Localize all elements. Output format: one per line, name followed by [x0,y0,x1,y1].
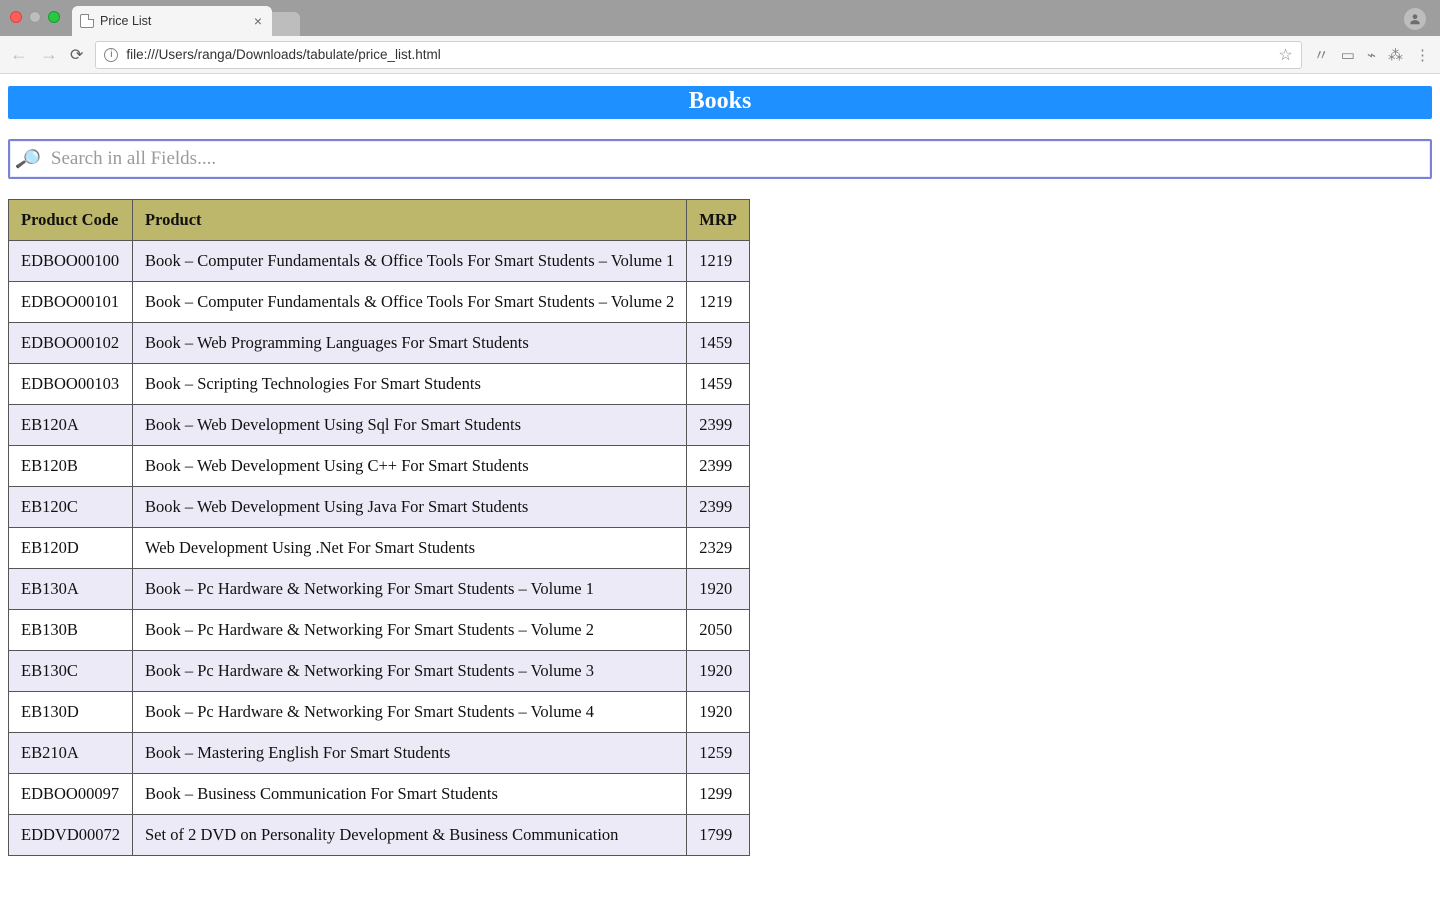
table-row[interactable]: EDBOO00100Book – Computer Fundamentals &… [9,241,750,282]
cell-product: Book – Web Development Using Java For Sm… [133,487,687,528]
minimize-window-button[interactable] [29,11,41,23]
extension-icon-3[interactable]: ⌁ [1367,46,1376,64]
bookmark-star-icon[interactable]: ☆ [1278,45,1292,65]
cell-product-code: EB120B [9,446,133,487]
cell-product-code: EB130D [9,692,133,733]
cell-product: Book – Computer Fundamentals & Office To… [133,241,687,282]
cell-product: Book – Computer Fundamentals & Office To… [133,282,687,323]
page-body: Books 🔍 Product Code Product MRP EDBOO00… [0,74,1440,856]
zoom-window-button[interactable] [48,11,60,23]
browser-tab[interactable]: Price List × [72,6,272,36]
table-row[interactable]: EB120CBook – Web Development Using Java … [9,487,750,528]
table-row[interactable]: EB120BBook – Web Development Using C++ F… [9,446,750,487]
person-icon [1408,12,1422,26]
cell-mrp: 1219 [687,241,750,282]
table-header-row: Product Code Product MRP [9,200,750,241]
file-icon [80,14,94,28]
address-bar: ← → ⟳ i file:///Users/ranga/Downloads/ta… [0,36,1440,74]
table-row[interactable]: EB130DBook – Pc Hardware & Networking Fo… [9,692,750,733]
cell-product: Book – Web Development Using Sql For Sma… [133,405,687,446]
cell-product-code: EDDVD00072 [9,815,133,856]
table-row[interactable]: EB130CBook – Pc Hardware & Networking Fo… [9,651,750,692]
cell-mrp: 1299 [687,774,750,815]
cell-product: Book – Web Development Using C++ For Sma… [133,446,687,487]
cell-product: Book – Business Communication For Smart … [133,774,687,815]
table-row[interactable]: EB120DWeb Development Using .Net For Sma… [9,528,750,569]
search-input[interactable] [49,141,1424,177]
table-row[interactable]: EDBOO00097Book – Business Communication … [9,774,750,815]
close-tab-button[interactable]: × [254,14,262,28]
table-row[interactable]: EDBOO00103Book – Scripting Technologies … [9,364,750,405]
extension-icon-2[interactable]: ▭ [1341,46,1355,64]
cell-product-code: EDBOO00097 [9,774,133,815]
table-row[interactable]: EDBOO00102Book – Web Programming Languag… [9,323,750,364]
cell-product-code: EB130B [9,610,133,651]
cell-product: Set of 2 DVD on Personality Development … [133,815,687,856]
cell-product-code: EDBOO00102 [9,323,133,364]
cell-product-code: EB130A [9,569,133,610]
price-table: Product Code Product MRP EDBOO00100Book … [8,199,750,856]
window-controls [10,11,60,23]
col-product-code[interactable]: Product Code [9,200,133,241]
cell-mrp: 2050 [687,610,750,651]
cell-mrp: 1920 [687,651,750,692]
cell-product-code: EDBOO00100 [9,241,133,282]
col-mrp[interactable]: MRP [687,200,750,241]
cell-mrp: 1459 [687,364,750,405]
profile-button[interactable] [1404,8,1426,30]
table-row[interactable]: EB130BBook – Pc Hardware & Networking Fo… [9,610,750,651]
url-text: file:///Users/ranga/Downloads/tabulate/p… [126,47,1270,62]
menu-button[interactable]: ⋮ [1415,46,1430,64]
cell-product: Book – Web Programming Languages For Sma… [133,323,687,364]
cell-product: Book – Pc Hardware & Networking For Smar… [133,692,687,733]
cell-mrp: 1459 [687,323,750,364]
cell-mrp: 2399 [687,405,750,446]
cell-product: Book – Pc Hardware & Networking For Smar… [133,610,687,651]
forward-button[interactable]: → [40,44,58,65]
back-button[interactable]: ← [10,44,28,65]
cell-mrp: 1920 [687,569,750,610]
cell-product: Book – Pc Hardware & Networking For Smar… [133,651,687,692]
site-info-icon[interactable]: i [104,48,118,62]
cell-mrp: 2399 [687,446,750,487]
table-row[interactable]: EB120ABook – Web Development Using Sql F… [9,405,750,446]
cell-mrp: 1799 [687,815,750,856]
cell-mrp: 1259 [687,733,750,774]
omnibox[interactable]: i file:///Users/ranga/Downloads/tabulate… [95,41,1301,69]
search-icon: 🔍 [14,145,43,174]
cell-product: Book – Mastering English For Smart Stude… [133,733,687,774]
cell-product: Web Development Using .Net For Smart Stu… [133,528,687,569]
cell-product-code: EB120A [9,405,133,446]
cell-product: Book – Pc Hardware & Networking For Smar… [133,569,687,610]
cell-product-code: EB120C [9,487,133,528]
cell-product-code: EB210A [9,733,133,774]
close-window-button[interactable] [10,11,22,23]
page-title: Books [8,86,1432,119]
col-product[interactable]: Product [133,200,687,241]
cell-product-code: EDBOO00101 [9,282,133,323]
table-row[interactable]: EDBOO00101Book – Computer Fundamentals &… [9,282,750,323]
table-row[interactable]: EB130ABook – Pc Hardware & Networking Fo… [9,569,750,610]
cell-product: Book – Scripting Technologies For Smart … [133,364,687,405]
new-tab-button[interactable] [270,12,300,36]
cell-product-code: EB120D [9,528,133,569]
cell-mrp: 1920 [687,692,750,733]
browser-chrome: Price List × ← → ⟳ i file:///Users/ranga… [0,0,1440,74]
extension-icon-1[interactable]: 〃 [1314,44,1329,65]
tab-title: Price List [100,14,151,28]
cell-mrp: 1219 [687,282,750,323]
extension-icon-4[interactable]: ⁂ [1388,46,1403,64]
table-row[interactable]: EDDVD00072Set of 2 DVD on Personality De… [9,815,750,856]
cell-product-code: EB130C [9,651,133,692]
table-row[interactable]: EB210ABook – Mastering English For Smart… [9,733,750,774]
cell-mrp: 2329 [687,528,750,569]
search-box[interactable]: 🔍 [8,139,1432,179]
cell-product-code: EDBOO00103 [9,364,133,405]
tab-bar: Price List × [0,0,1440,36]
reload-button[interactable]: ⟳ [70,45,83,65]
cell-mrp: 2399 [687,487,750,528]
